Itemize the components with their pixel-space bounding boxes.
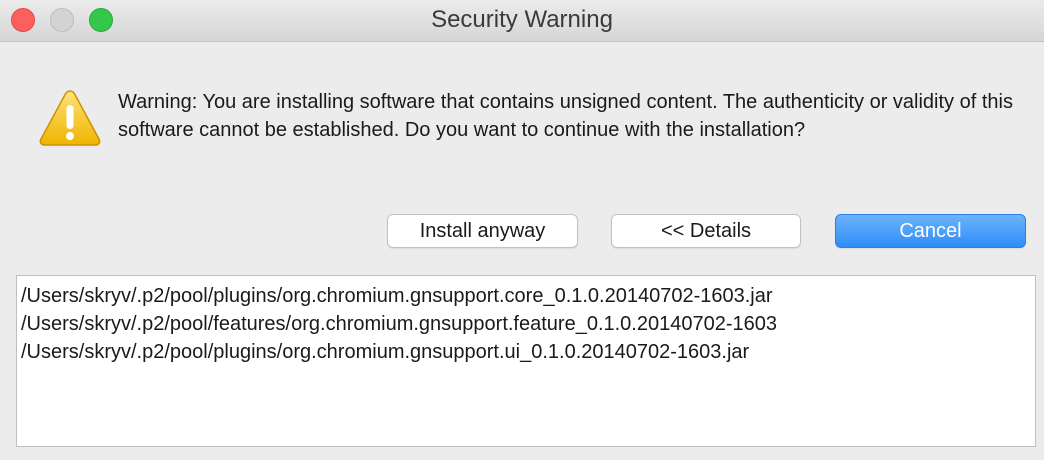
details-toggle-button[interactable]: << Details (611, 214, 801, 248)
title-bar[interactable]: Security Warning (0, 0, 1044, 42)
list-item[interactable]: /Users/skryv/.p2/pool/plugins/org.chromi… (21, 338, 1035, 366)
warning-message: Warning: You are installing software tha… (118, 91, 1013, 141)
security-warning-dialog: Security Warning Warning: You are instal… (0, 0, 1044, 460)
window-title: Security Warning (431, 6, 613, 33)
cancel-button[interactable]: Cancel (835, 214, 1026, 248)
unsigned-files-list[interactable]: /Users/skryv/.p2/pool/plugins/org.chromi… (16, 275, 1036, 447)
warning-triangle-icon (38, 88, 102, 148)
list-item[interactable]: /Users/skryv/.p2/pool/features/org.chrom… (21, 310, 1035, 338)
list-item[interactable]: /Users/skryv/.p2/pool/plugins/org.chromi… (21, 282, 1035, 310)
install-anyway-button[interactable]: Install anyway (387, 214, 578, 248)
